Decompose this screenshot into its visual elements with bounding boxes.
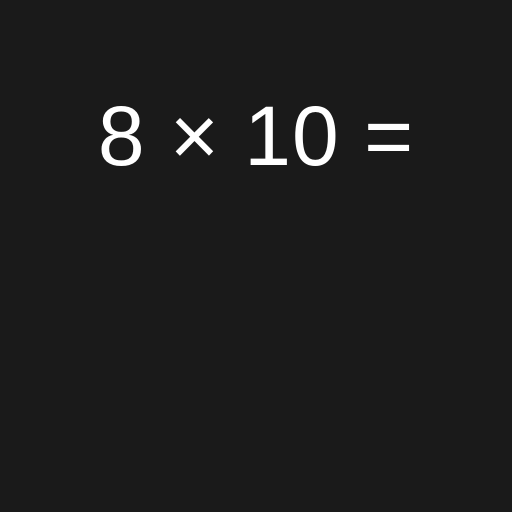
problem-screen: 8 × 10 = — [0, 0, 512, 512]
equation-prompt: 8 × 10 = — [97, 89, 415, 183]
